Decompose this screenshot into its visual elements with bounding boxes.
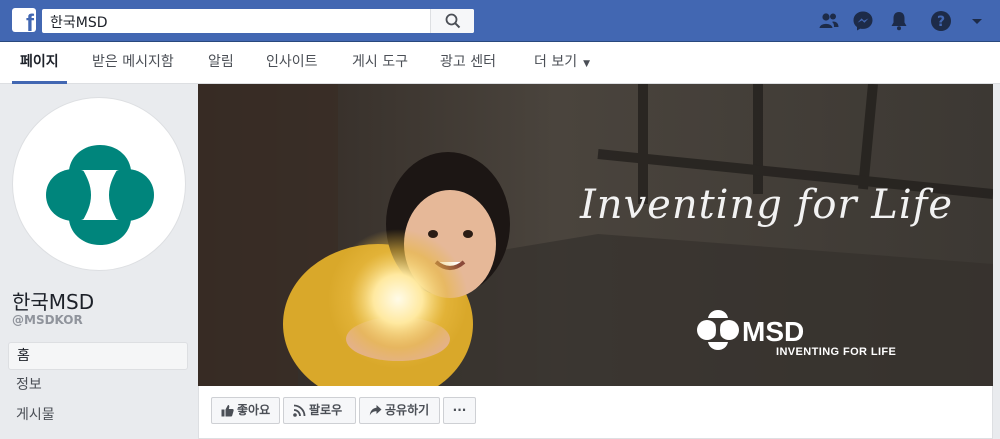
page-sidebar: 한국MSD @MSDKOR 홈 정보 게시물 [0, 85, 198, 439]
top-navigation-bar: f 한국MSD ? [0, 0, 1000, 42]
cover-brand-name: MSD [742, 316, 805, 347]
sidebar-item-about[interactable]: 정보 [8, 371, 188, 399]
share-button[interactable]: 공유하기 [359, 397, 440, 424]
page-action-bar: 좋아요 팔로우 공유하기 ··· [198, 386, 993, 439]
page-management-tabs: 페이지 받은 메시지함 알림 인사이트 게시 도구 광고 센터 더 보기 ▼ [0, 42, 1000, 84]
tab-ad-center[interactable]: 광고 센터 [440, 42, 496, 84]
msd-cover-logo-icon [697, 310, 739, 350]
page-title: 한국MSD [12, 290, 95, 314]
follow-button[interactable]: 팔로우 [283, 397, 356, 424]
page-avatar[interactable] [12, 97, 186, 271]
tab-more[interactable]: 더 보기 ▼ [534, 42, 590, 84]
sidebar-item-home[interactable]: 홈 [8, 342, 188, 370]
rss-follow-icon [293, 404, 306, 417]
cover-photo-image [198, 84, 993, 386]
tab-notifications[interactable]: 알림 [208, 42, 234, 84]
facebook-logo-icon[interactable]: f [12, 8, 36, 32]
thumbs-up-icon [221, 405, 234, 417]
tab-more-label: 더 보기 [534, 54, 578, 70]
follow-button-label: 팔로우 [309, 403, 343, 417]
cover-slogan: Inventing for Life [580, 182, 954, 228]
cover-photo[interactable]: Inventing for Life MSD INVENTING FOR LIF… [198, 84, 993, 386]
msd-logo-icon [46, 145, 154, 245]
help-icon[interactable]: ? [930, 10, 952, 32]
share-button-label: 공유하기 [385, 403, 430, 417]
tab-publishing-tools[interactable]: 게시 도구 [352, 42, 408, 84]
tab-page[interactable]: 페이지 [12, 42, 67, 84]
search-input-value[interactable]: 한국MSD [50, 12, 108, 32]
messenger-icon[interactable] [852, 10, 874, 32]
search-input[interactable]: 한국MSD [42, 9, 474, 33]
notifications-icon[interactable] [888, 10, 910, 32]
search-button[interactable] [430, 9, 474, 33]
friends-icon[interactable] [818, 10, 840, 32]
like-button-label: 좋아요 [237, 403, 271, 417]
sidebar-item-posts[interactable]: 게시물 [8, 401, 188, 429]
account-menu-caret-icon[interactable] [966, 10, 988, 32]
cover-brand-tagline: INVENTING FOR LIFE [776, 346, 897, 358]
more-options-button[interactable]: ··· [443, 397, 476, 424]
more-options-icon: ··· [452, 403, 467, 417]
tab-inbox[interactable]: 받은 메시지함 [92, 42, 174, 84]
like-button[interactable]: 좋아요 [211, 397, 280, 424]
page-username: @MSDKOR [12, 313, 83, 327]
tab-insights[interactable]: 인사이트 [266, 42, 318, 84]
svg-text:?: ? [937, 14, 945, 30]
search-icon [445, 13, 461, 29]
share-arrow-icon [369, 405, 382, 416]
chevron-down-icon: ▼ [583, 59, 591, 69]
